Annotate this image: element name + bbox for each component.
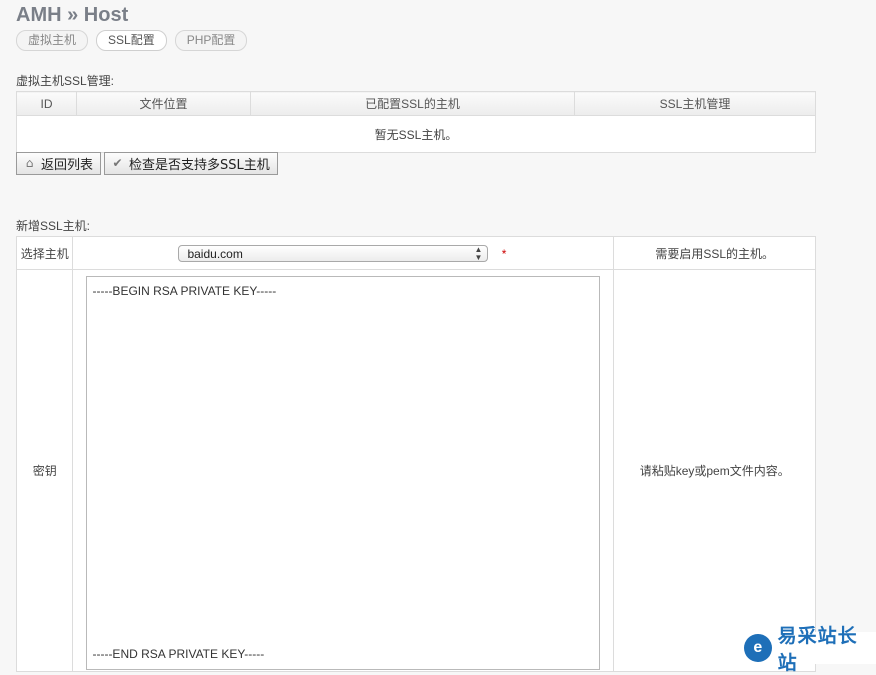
watermark: e 易采站长站 [740,625,876,674]
column-header-id: ID [16,91,77,116]
tab-bar: 虚拟主机 SSL配置 PHP配置 [16,30,248,51]
back-to-list-button[interactable]: ⌂ 返回列表 [16,152,102,175]
table-row: 暂无SSL主机。 [16,115,816,153]
button-bar: ⌂ 返回列表 ✔ 检查是否支持多SSL主机 [16,152,278,175]
empty-message: 暂无SSL主机。 [16,115,816,153]
check-multi-ssl-button[interactable]: ✔ 检查是否支持多SSL主机 [104,152,278,175]
ssl-list-title: 虚拟主机SSL管理: [16,74,115,88]
home-icon: ⌂ [25,156,34,170]
back-button-label: 返回列表 [41,158,94,173]
page-title: AMH » Host [16,4,129,26]
tab-ssl-config[interactable]: SSL配置 [96,30,167,51]
table-header-row: ID 文件位置 已配置SSL的主机 SSL主机管理 [16,91,816,116]
watermark-text: 易采站长站 [777,625,858,674]
host-select[interactable]: baidu.com ▲ ▼ [178,244,489,262]
required-mark: * [501,246,507,261]
tab-virtual-host[interactable]: 虚拟主机 [16,30,89,51]
host-select-cell: baidu.com ▲ ▼ * [72,236,615,270]
column-header-file-location: 文件位置 [76,91,251,116]
check-button-label: 检查是否支持多SSL主机 [129,158,270,173]
ssl-host-table: ID 文件位置 已配置SSL的主机 SSL主机管理 暂无SSL主机。 [16,91,816,153]
select-arrows-icon: ▲ ▼ [474,244,483,262]
host-row: 选择主机 baidu.com ▲ ▼ * 需要启用SSL的主机。 [15,236,816,270]
new-ssl-form: 选择主机 baidu.com ▲ ▼ * 需要启用SSL的主机。 密钥 -----… [15,236,816,672]
key-end-line: -----END RSA PRIVATE KEY----- [92,647,265,661]
key-label: 密钥 [15,269,74,672]
host-select-value: baidu.com [187,246,243,261]
column-header-configured-host: 已配置SSL的主机 [250,91,575,116]
check-icon: ✔ [112,156,123,170]
tab-php-config[interactable]: PHP配置 [174,30,248,51]
key-input-cell: -----BEGIN RSA PRIVATE KEY----- -----END… [72,269,615,672]
key-row: 密钥 -----BEGIN RSA PRIVATE KEY----- -----… [15,269,816,672]
key-begin-line: -----BEGIN RSA PRIVATE KEY----- [92,284,277,298]
host-label: 选择主机 [15,236,74,270]
key-hint: 请粘贴key或pem文件内容。 [613,269,816,672]
watermark-logo-icon: e [744,634,772,662]
key-textarea[interactable]: -----BEGIN RSA PRIVATE KEY----- -----END… [86,276,601,670]
host-hint: 需要启用SSL的主机。 [613,236,816,270]
column-header-ssl-manage: SSL主机管理 [574,91,816,116]
new-ssl-title: 新增SSL主机: [16,219,91,233]
